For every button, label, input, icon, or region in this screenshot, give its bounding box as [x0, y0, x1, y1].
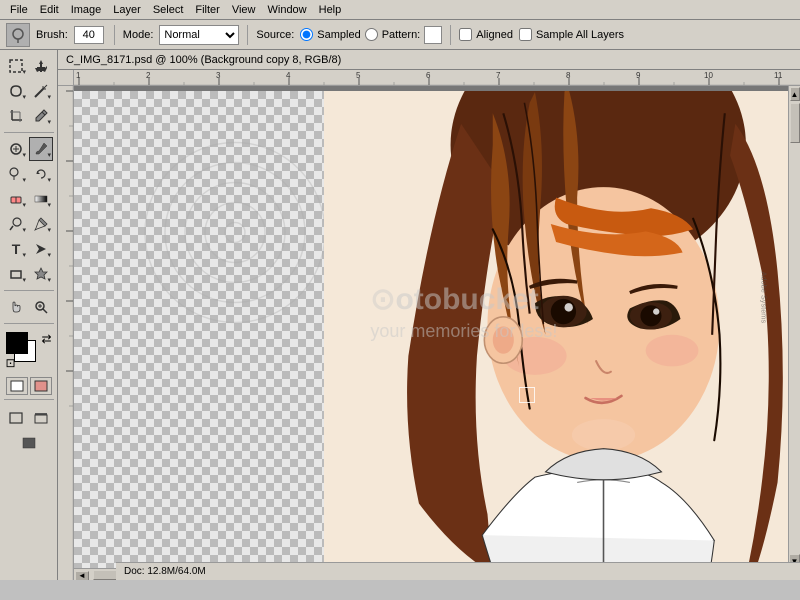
menu-filter[interactable]: Filter — [189, 2, 225, 18]
menu-select[interactable]: Select — [147, 2, 190, 18]
tool-zoom[interactable] — [29, 295, 53, 319]
brush-cursor — [519, 387, 535, 403]
menu-help[interactable]: Help — [313, 2, 348, 18]
separator-2 — [247, 25, 248, 45]
ruler-left: 4 5 6 7 8 — [58, 86, 74, 580]
source-radio-group: Sampled Pattern: — [300, 26, 442, 44]
source-label: Source: — [256, 29, 294, 41]
separator-3 — [450, 25, 451, 45]
sampled-label: Sampled — [317, 29, 360, 41]
status-bar: Doc: 12.8M/64.0M — [116, 562, 800, 580]
tool-eyedropper[interactable]: ▾ — [29, 104, 53, 128]
svg-text:5: 5 — [356, 71, 361, 80]
ruler-corner — [58, 70, 74, 86]
menu-window[interactable]: Window — [262, 2, 313, 18]
svg-text:4: 4 — [286, 71, 291, 80]
pattern-swatch[interactable] — [424, 26, 442, 44]
quick-mask-icon[interactable] — [30, 377, 52, 395]
ruler-top: 1 2 3 4 5 6 7 8 — [74, 70, 800, 86]
sampled-radio[interactable] — [300, 28, 313, 41]
reset-colors-icon[interactable]: ⊡ — [6, 356, 16, 370]
current-tool-icon — [6, 23, 30, 47]
svg-text:9: 9 — [636, 71, 641, 80]
scroll-left-arrow[interactable]: ◄ — [75, 571, 89, 581]
svg-text:11: 11 — [774, 71, 783, 80]
document-title-bar: C_IMG_8171.psd @ 100% (Background copy 8… — [58, 50, 800, 70]
aligned-group: Aligned — [459, 28, 513, 41]
mode-icons — [6, 377, 52, 395]
mode-select[interactable]: Normal — [159, 25, 239, 45]
tool-clone[interactable]: ▾ — [4, 162, 28, 186]
document-title: C_IMG_8171.psd @ 100% (Background copy 8… — [66, 54, 341, 66]
screen-mode-full[interactable] — [17, 431, 41, 455]
tool-eraser[interactable]: ▾ — [4, 187, 28, 211]
scroll-up-arrow[interactable]: ▲ — [790, 87, 800, 101]
menu-bar: File Edit Image Layer Select Filter View… — [0, 0, 800, 20]
svg-text:10: 10 — [704, 71, 713, 80]
svg-text:1: 1 — [76, 71, 81, 80]
screen-mode-std[interactable] — [4, 406, 28, 430]
screen-mode-full-menu[interactable] — [29, 406, 53, 430]
canvas-scroll[interactable]: Adobe Systems ⊙otobucket your memories f… — [74, 86, 800, 580]
svg-text:3: 3 — [216, 71, 221, 80]
mode-label: Mode: — [123, 29, 154, 41]
standard-mode-icon[interactable] — [6, 377, 28, 395]
menu-view[interactable]: View — [226, 2, 262, 18]
brush-size-input[interactable] — [74, 26, 104, 44]
tool-separator-4 — [4, 399, 54, 400]
tool-spot-heal[interactable]: ▾ — [4, 137, 28, 161]
toolbar: ▾ ▾ ▾ — [0, 50, 58, 580]
tool-shape[interactable]: ▾ — [4, 262, 28, 286]
tool-path-select[interactable]: ▾ — [29, 237, 53, 261]
status-doc-size: Doc: 12.8M/64.0M — [124, 566, 206, 577]
svg-text:2: 2 — [146, 71, 151, 80]
pattern-radio[interactable] — [365, 28, 378, 41]
canvas-area: C_IMG_8171.psd @ 100% (Background copy 8… — [58, 50, 800, 580]
separator-1 — [114, 25, 115, 45]
aligned-label: Aligned — [476, 29, 513, 41]
tool-separator-3 — [4, 323, 54, 324]
tool-gradient[interactable]: ▾ — [29, 187, 53, 211]
sample-all-group: Sample All Layers — [519, 28, 624, 41]
menu-file[interactable]: File — [4, 2, 34, 18]
tool-move[interactable] — [29, 54, 53, 78]
tool-shape-custom[interactable]: ▾ — [29, 262, 53, 286]
svg-text:7: 7 — [496, 71, 501, 80]
sample-all-label: Sample All Layers — [536, 29, 624, 41]
tool-history[interactable]: ▾ — [29, 162, 53, 186]
tool-lasso[interactable]: ▾ — [4, 79, 28, 103]
color-swatches: ⊡ ⇄ — [6, 332, 52, 372]
svg-text:8: 8 — [566, 71, 571, 80]
svg-text:6: 6 — [426, 71, 431, 80]
swap-colors-icon[interactable]: ⇄ — [41, 332, 51, 346]
sample-all-checkbox[interactable] — [519, 28, 532, 41]
tool-separator-1 — [4, 132, 54, 133]
menu-layer[interactable]: Layer — [107, 2, 147, 18]
tool-pen[interactable]: ▾ — [29, 212, 53, 236]
brush-label: Brush: — [36, 29, 68, 41]
main-area: ▾ ▾ ▾ — [0, 50, 800, 580]
tool-dodge[interactable]: ▾ — [4, 212, 28, 236]
tool-marquee[interactable]: ▾ — [4, 54, 28, 78]
tool-brush[interactable]: ▾ — [29, 137, 53, 161]
tool-text[interactable]: T ▾ — [4, 237, 28, 261]
tool-magic-wand[interactable]: ▾ — [29, 79, 53, 103]
svg-text:Adobe Systems: Adobe Systems — [760, 271, 769, 323]
menu-edit[interactable]: Edit — [34, 2, 65, 18]
tool-crop[interactable] — [4, 104, 28, 128]
tool-separator-2 — [4, 290, 54, 291]
pattern-label: Pattern: — [382, 29, 421, 41]
aligned-checkbox[interactable] — [459, 28, 472, 41]
artwork-image: Adobe Systems ⊙otobucket your memories f… — [324, 91, 788, 568]
menu-image[interactable]: Image — [65, 2, 108, 18]
options-bar: Brush: Mode: Normal Source: Sampled Patt… — [0, 20, 800, 50]
tool-hand[interactable] — [4, 295, 28, 319]
scroll-thumb-v[interactable] — [790, 103, 800, 143]
vertical-scrollbar[interactable]: ▲ ▼ — [788, 86, 800, 568]
foreground-color-swatch[interactable] — [6, 332, 28, 354]
document-canvas: Adobe Systems ⊙otobucket your memories f… — [74, 91, 788, 568]
